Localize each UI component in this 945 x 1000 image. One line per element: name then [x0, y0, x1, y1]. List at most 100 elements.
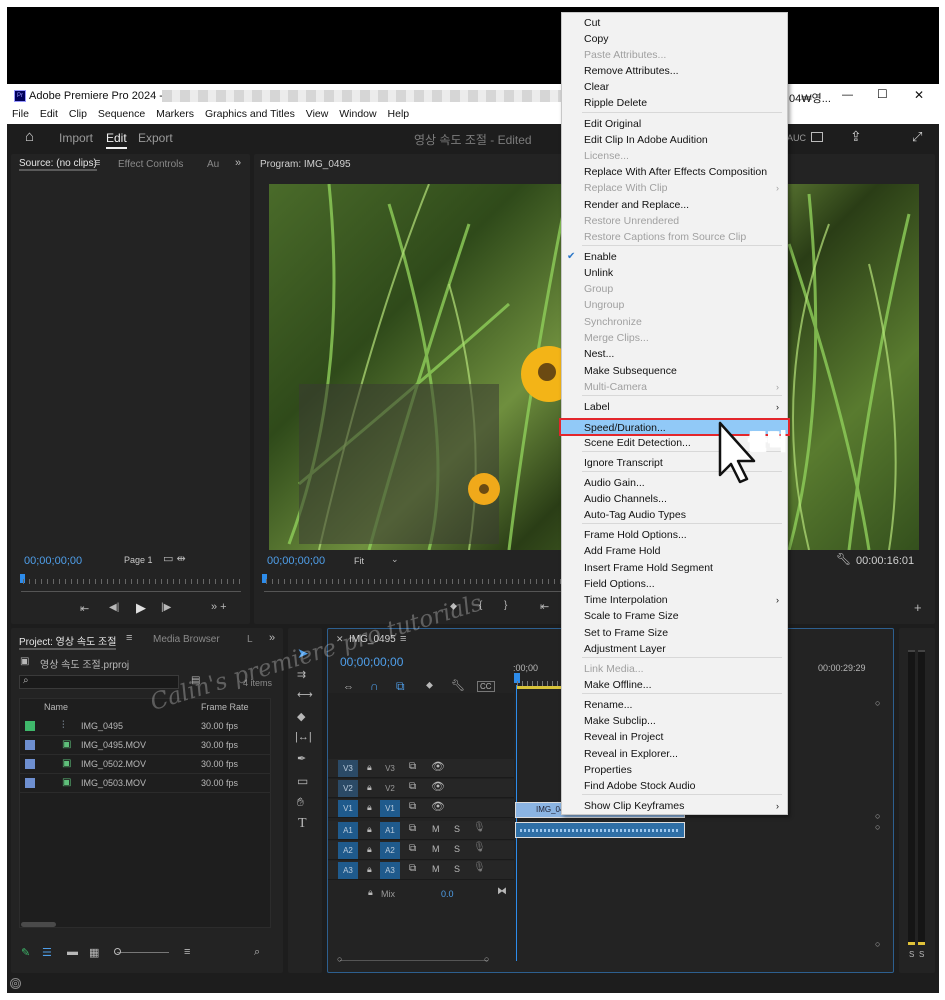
program-timecode[interactable]: 00;00;00;00: [267, 555, 325, 567]
hscroll-right-handle[interactable]: ○: [484, 954, 489, 964]
menu-item-properties[interactable]: Properties: [562, 762, 787, 778]
pen-tool-icon[interactable]: ✒: [297, 752, 306, 765]
timeline-scroll-end-icon[interactable]: ○: [875, 698, 880, 708]
share-icon[interactable]: ⇪: [850, 128, 862, 145]
menu-graphics[interactable]: Graphics and Titles: [205, 108, 295, 120]
item-name[interactable]: IMG_0502.MOV: [81, 759, 146, 769]
menu-view[interactable]: View: [306, 108, 329, 120]
tab-l[interactable]: L: [247, 634, 253, 645]
freeform-view-icon[interactable]: ▦: [89, 946, 99, 959]
track-target-button[interactable]: A1: [380, 822, 400, 839]
sync-lock-icon[interactable]: ⧉: [409, 843, 416, 854]
menu-item-time-interpolation[interactable]: Time Interpolation ›: [562, 592, 787, 608]
menu-item-copy[interactable]: Copy: [562, 31, 787, 47]
minimize-button[interactable]: —: [842, 89, 853, 101]
creative-cloud-icon[interactable]: ◎: [10, 978, 21, 989]
program-zoom-bar[interactable]: [264, 591, 564, 592]
timeline-scroll-bottom-icon[interactable]: ○: [875, 939, 880, 949]
timeline-scroll-mid-icon[interactable]: ○: [875, 811, 880, 821]
menu-item-edit-clip-in-adobe-audition[interactable]: Edit Clip In Adobe Audition: [562, 132, 787, 148]
label-color-swatch[interactable]: [25, 778, 35, 788]
track-lock-icon[interactable]: 🔒︎: [367, 802, 372, 813]
menu-item-make-subsequence[interactable]: Make Subsequence: [562, 363, 787, 379]
fit-dropdown[interactable]: Fit: [354, 556, 364, 566]
voiceover-mic-icon[interactable]: 🎙︎: [473, 842, 486, 853]
menu-clip[interactable]: Clip: [69, 108, 87, 120]
track-target-button[interactable]: V1: [380, 800, 400, 817]
menu-item-auto-tag-audio-types[interactable]: Auto-Tag Audio Types: [562, 507, 787, 523]
menu-item-ripple-delete[interactable]: Ripple Delete: [562, 95, 787, 111]
item-name[interactable]: IMG_0495: [81, 721, 123, 731]
project-list-row[interactable]: ▣ IMG_0502.MOV 30.00 fps: [19, 756, 271, 774]
tab-effect-controls[interactable]: Effect Controls: [118, 159, 183, 170]
menu-help[interactable]: Help: [388, 108, 410, 120]
menu-item-enable[interactable]: ✔ Enable: [562, 249, 787, 265]
menu-item-label[interactable]: Label ›: [562, 399, 787, 415]
razor-tool-icon[interactable]: ◆: [297, 710, 305, 723]
zoom-slider-handle[interactable]: [114, 948, 121, 955]
fit-chevron-icon[interactable]: ⌄: [391, 554, 399, 565]
source-patch-button[interactable]: A3: [338, 862, 358, 879]
search-icon[interactable]: ⌕: [23, 675, 29, 686]
menu-item-frame-hold-options[interactable]: Frame Hold Options...: [562, 527, 787, 543]
menu-item-scale-to-frame-size[interactable]: Scale to Frame Size: [562, 608, 787, 624]
menu-sequence[interactable]: Sequence: [98, 108, 145, 120]
voiceover-mic-icon[interactable]: 🎙︎: [473, 822, 486, 833]
label-color-swatch[interactable]: [25, 759, 35, 769]
menu-item-remove-attributes[interactable]: Remove Attributes...: [562, 63, 787, 79]
item-name[interactable]: IMG_0503.MOV: [81, 778, 146, 788]
project-search-input[interactable]: [19, 675, 179, 689]
tab-au[interactable]: Au: [207, 159, 219, 170]
source-step-forward-icon[interactable]: |▶: [161, 602, 171, 613]
snap-icon[interactable]: ⇔: [343, 681, 354, 693]
timeline-timecode[interactable]: 00;00;00;00: [340, 655, 403, 669]
ripple-tool-icon[interactable]: ⟷: [297, 688, 313, 701]
project-overflow-icon[interactable]: »: [269, 632, 275, 644]
project-scrollbar[interactable]: [21, 922, 56, 927]
source-settings-icon[interactable]: ▭ ⇹: [163, 552, 186, 565]
toggle-output-eye-icon[interactable]: 👁︎: [431, 760, 445, 773]
menu-item-reveal-in-explorer[interactable]: Reveal in Explorer...: [562, 746, 787, 762]
solo-right-button[interactable]: S: [919, 950, 924, 959]
column-frame-rate[interactable]: Frame Rate: [201, 702, 249, 712]
track-target-button[interactable]: A2: [380, 842, 400, 859]
project-list-row[interactable]: ▣ IMG_0503.MOV 30.00 fps: [19, 775, 271, 793]
menu-item-add-frame-hold[interactable]: Add Frame Hold: [562, 543, 787, 559]
mix-value[interactable]: 0.0: [441, 889, 454, 899]
menu-item-show-clip-keyframes[interactable]: Show Clip Keyframes ›: [562, 798, 787, 814]
solo-button[interactable]: S: [454, 824, 460, 834]
source-page-select[interactable]: Page 1: [124, 555, 153, 565]
tab-source[interactable]: Source: (no clips): [19, 158, 97, 171]
project-list-row[interactable]: ▣ IMG_0495.MOV 30.00 fps: [19, 737, 271, 755]
sync-lock-icon[interactable]: ⧉: [409, 781, 416, 792]
sync-lock-icon[interactable]: ⧉: [409, 761, 416, 772]
source-patch-button[interactable]: V1: [338, 800, 358, 817]
project-find-icon[interactable]: ⌕: [254, 946, 260, 959]
solo-button[interactable]: S: [454, 864, 460, 874]
mix-end-icon[interactable]: ⧓: [497, 886, 507, 897]
icon-view-icon[interactable]: ▬: [67, 946, 78, 958]
solo-button[interactable]: S: [454, 844, 460, 854]
track-target-button[interactable]: V3: [380, 760, 400, 777]
layout-icon[interactable]: [811, 132, 823, 142]
audio-clip[interactable]: [515, 822, 685, 838]
mute-button[interactable]: M: [432, 844, 440, 854]
sort-icon[interactable]: ≡: [184, 946, 190, 958]
track-lock-icon[interactable]: 🔒︎: [367, 762, 372, 773]
tab-media-browser[interactable]: Media Browser: [153, 634, 220, 645]
menu-markers[interactable]: Markers: [156, 108, 194, 120]
track-lock-icon[interactable]: 🔒︎: [367, 782, 372, 793]
source-patch-button[interactable]: A2: [338, 842, 358, 859]
menu-item-reveal-in-project[interactable]: Reveal in Project: [562, 729, 787, 745]
menu-item-make-offline[interactable]: Make Offline...: [562, 677, 787, 693]
menu-item-audio-channels[interactable]: Audio Channels...: [562, 491, 787, 507]
menu-item-clear[interactable]: Clear: [562, 79, 787, 95]
tab-project[interactable]: Project: 영상 속도 조절: [19, 633, 117, 650]
menu-item-insert-frame-hold-segment[interactable]: Insert Frame Hold Segment: [562, 560, 787, 576]
sync-lock-icon[interactable]: ⧉: [409, 801, 416, 812]
track-target-button[interactable]: A3: [380, 862, 400, 879]
menu-item-set-to-frame-size[interactable]: Set to Frame Size: [562, 625, 787, 641]
menu-window[interactable]: Window: [339, 108, 376, 120]
voiceover-mic-icon[interactable]: 🎙︎: [473, 862, 486, 873]
source-step-back-icon[interactable]: ◀|: [109, 602, 119, 613]
